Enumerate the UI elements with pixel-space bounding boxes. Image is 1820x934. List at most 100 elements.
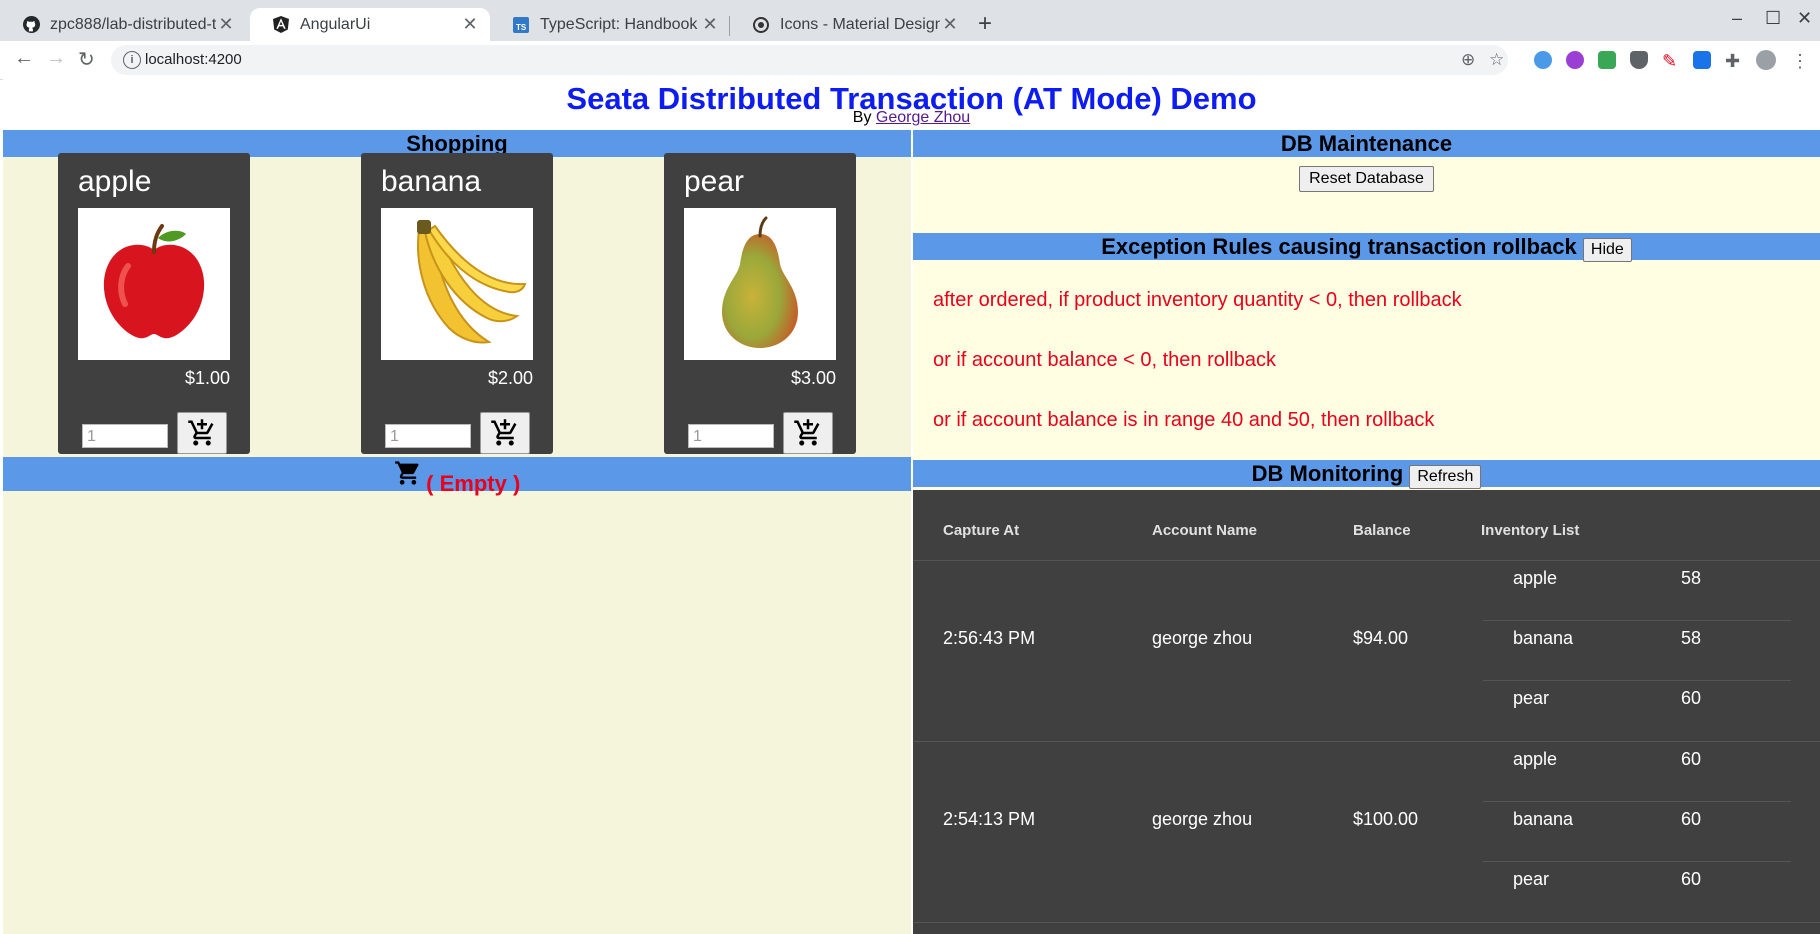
rule-item: or if account balance is in range 40 and… [933,409,1435,431]
product-name: banana [381,165,482,198]
refresh-button[interactable]: Refresh [1409,465,1482,489]
star-icon[interactable]: ☆ [1489,50,1504,70]
product-card-pear: pear $3.00 1 [664,153,856,454]
byline-prefix: By [852,109,876,126]
monitoring-bar: DB Monitoring Refresh [913,460,1820,489]
typescript-icon: TS [512,16,530,34]
monitoring-table: Capture At Account Name Balance Inventor… [913,490,1820,934]
tab-title: AngularUi [300,15,371,33]
inventory-qty: 60 [1681,688,1702,708]
row-divider [913,560,1820,561]
close-icon[interactable]: ✕ [700,14,720,35]
avatar[interactable] [1756,50,1776,70]
capture-at-cell: 2:54:13 PM [943,809,1036,829]
pear-image [684,208,836,360]
quantity-input[interactable]: 1 [688,424,774,448]
maintenance-actions: Reset Database [913,166,1820,192]
browser-tab-active[interactable]: AngularUi ✕ [250,8,490,41]
inventory-item: pear [1513,869,1550,889]
add-to-cart-button[interactable] [783,412,833,454]
row-divider [913,922,1820,923]
shield-icon[interactable] [1630,51,1648,69]
add-to-cart-button[interactable] [177,412,227,454]
extension-icon[interactable] [1598,51,1616,69]
apple-image [78,208,230,360]
extension-icon[interactable] [1693,51,1711,69]
maximize-icon[interactable]: ☐ [1765,8,1781,29]
inventory-divider [1483,680,1791,681]
browser-tab[interactable]: Icons - Material Design ✕ [730,8,970,41]
info-icon[interactable]: i [123,51,141,69]
rules-heading: Exception Rules causing transaction roll… [1101,234,1577,259]
add-to-cart-button[interactable] [480,412,530,454]
rules-bar: Exception Rules causing transaction roll… [913,233,1820,262]
column-header: Capture At [943,522,1020,539]
forward-icon[interactable]: → [46,47,66,70]
pen-icon[interactable]: ✎ [1662,51,1680,71]
inventory-item: banana [1513,628,1574,648]
inventory-item: banana [1513,809,1574,829]
account-name-cell: george zhou [1152,809,1253,829]
hide-rules-button[interactable]: Hide [1582,238,1632,262]
extension-icon[interactable] [1566,51,1584,69]
github-icon [22,16,40,34]
inventory-item: apple [1513,568,1558,588]
rule-item: after ordered, if product inventory quan… [933,289,1462,311]
add-shopping-cart-icon [188,419,214,446]
maintenance-heading: DB Maintenance [913,130,1820,157]
inventory-qty: 58 [1681,568,1702,588]
byline: By George Zhou [3,109,1820,127]
browser-toolbar: ← → ↻ i localhost:4200 ⊕ ☆ ✎ ✚ ⋮ [0,41,1820,80]
close-icon[interactable]: ✕ [216,14,236,35]
browser-tab[interactable]: TS TypeScript: Handbook - Ge ✕ [490,8,730,41]
close-window-icon[interactable]: ✕ [1797,8,1812,29]
quantity-input[interactable]: 1 [82,424,168,448]
back-icon[interactable]: ← [14,47,34,70]
close-icon[interactable]: ✕ [460,14,480,35]
minimize-icon[interactable]: – [1732,8,1742,29]
add-shopping-cart-icon [491,419,517,446]
inventory-qty: 60 [1681,809,1702,829]
cart-bar: ( Empty ) [3,457,911,496]
menu-icon[interactable]: ⋮ [1791,51,1809,71]
angular-icon [272,16,290,34]
tab-title: zpc888/lab-distributed-tra [50,15,216,33]
address-bar[interactable]: i localhost:4200 ⊕ ☆ [111,45,1508,75]
material-icon [752,16,770,34]
new-tab-icon[interactable]: + [978,10,992,38]
product-price: $2.00 [487,368,533,388]
product-name: apple [78,165,152,198]
cart-status: ( Empty ) [426,471,521,496]
close-icon[interactable]: ✕ [940,14,960,35]
product-card-apple: apple $1.00 1 [58,153,250,454]
browser-tab[interactable]: zpc888/lab-distributed-tra ✕ [0,8,246,41]
balance-cell: $94.00 [1353,628,1409,648]
monitoring-heading: DB Monitoring [1251,461,1404,486]
product-price: $1.00 [184,368,230,388]
product-card-banana: banana $2.00 1 [361,153,553,454]
extension-icon[interactable] [1534,51,1552,69]
column-header: Balance [1353,522,1411,539]
tab-title: TypeScript: Handbook - Ge [540,15,700,33]
zoom-icon[interactable]: ⊕ [1461,50,1475,70]
inventory-divider [1483,620,1791,621]
reset-database-button[interactable]: Reset Database [1299,166,1434,192]
url-text[interactable]: localhost:4200 [145,51,242,68]
inventory-item: pear [1513,688,1550,708]
svg-text:TS: TS [516,23,527,32]
rule-item: or if account balance < 0, then rollback [933,349,1276,371]
product-price: $3.00 [790,368,836,388]
author-link[interactable]: George Zhou [876,109,970,126]
tab-title: Icons - Material Design [780,15,940,33]
reload-icon[interactable]: ↻ [78,47,95,72]
product-name: pear [684,165,745,198]
puzzle-icon[interactable]: ✚ [1725,51,1743,71]
db-panel: DB Maintenance Reset Database Exception … [913,130,1820,934]
inventory-qty: 60 [1681,869,1702,889]
shopping-cart-icon[interactable] [394,459,422,487]
shopping-panel: Shopping apple $1.00 1 banana $2.00 1 pe… [3,130,911,934]
balance-cell: $100.00 [1353,809,1419,829]
quantity-input[interactable]: 1 [385,424,471,448]
inventory-qty: 58 [1681,628,1702,648]
inventory-divider [1483,861,1791,862]
